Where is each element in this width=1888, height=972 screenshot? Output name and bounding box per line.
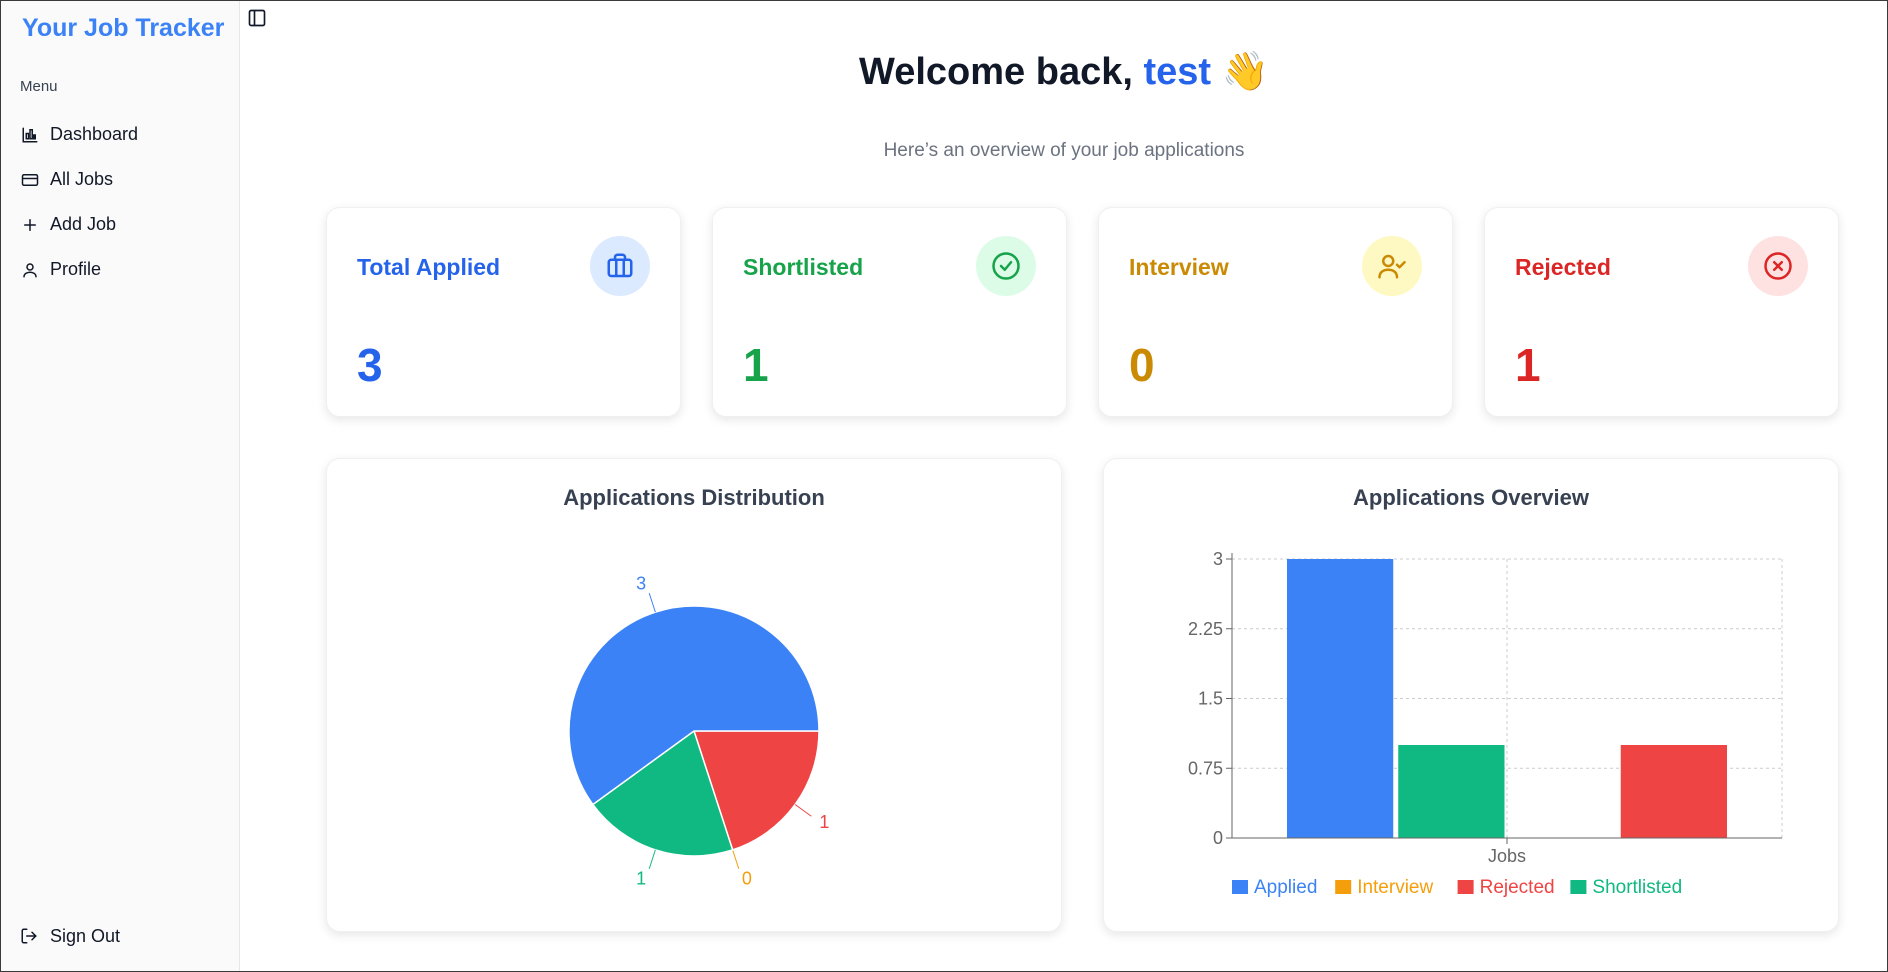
waving-hand-icon: 👋	[1221, 51, 1269, 93]
legend-label-rejected[interactable]: Rejected	[1480, 877, 1555, 898]
check-circle-icon	[976, 236, 1036, 296]
applications-distribution-panel: Applications Distribution 1013	[326, 458, 1062, 932]
page-title: Welcome back, test 👋	[240, 50, 1888, 94]
stat-label: Interview	[1129, 254, 1229, 280]
sidebar-item-label: All Jobs	[50, 169, 114, 189]
greeting-text: Welcome back,	[859, 51, 1133, 93]
legend-label-interview[interactable]: Interview	[1357, 877, 1433, 898]
pie-data-label: 0	[742, 868, 752, 888]
legend-swatch-interview	[1335, 880, 1352, 894]
menu-label: Menu	[20, 78, 58, 95]
stat-card-interview: Interview 0	[1098, 207, 1453, 417]
sidebar-item-label: Dashboard	[50, 124, 139, 144]
legend-swatch-applied	[1232, 880, 1248, 894]
stat-label: Rejected	[1515, 254, 1611, 280]
pie-chart: 1 0 1 3	[568, 574, 829, 888]
stat-card-shortlisted: Shortlisted 1	[712, 207, 1067, 417]
stat-value: 1	[743, 339, 769, 391]
applications-overview-panel: Applications Overview 0 0.75 1.5 2.25 3 Jobs A…	[1103, 458, 1839, 932]
user-check-icon	[1362, 236, 1422, 296]
y-tick-label: 2.25	[1188, 619, 1223, 639]
legend-label-shortlisted[interactable]: Shortlisted	[1592, 877, 1682, 898]
pie-data-label: 1	[819, 812, 829, 832]
stat-label: Shortlisted	[743, 254, 864, 280]
bar-shortlisted[interactable]	[1398, 745, 1505, 838]
bar-rejected[interactable]	[1620, 745, 1727, 838]
sign-out-label: Sign Out	[50, 926, 121, 946]
pie-label-line	[648, 592, 656, 613]
page-subtitle: Here’s an overview of your job applicati…	[883, 140, 1245, 161]
bar-chart-icon	[20, 125, 40, 145]
sidebar-item-dashboard[interactable]: Dashboard	[0, 112, 240, 157]
sidebar-item-add-job[interactable]: Add Job	[0, 202, 240, 247]
sidebar-item-profile[interactable]: Profile	[0, 247, 240, 292]
pie-label-line	[794, 804, 812, 817]
sign-out-button[interactable]: Sign Out	[20, 926, 120, 947]
user-icon	[20, 260, 40, 280]
brand-logo[interactable]: Your Job Tracker	[22, 14, 224, 43]
y-tick-label: 1.5	[1198, 689, 1223, 709]
username: test	[1143, 51, 1212, 93]
y-tick-label: 3	[1213, 549, 1223, 569]
sidebar-item-all-jobs[interactable]: All Jobs	[0, 157, 240, 202]
y-tick-label: 0.75	[1188, 758, 1223, 778]
sidebar: Your Job Tracker Menu Dashboard All Jobs…	[0, 0, 240, 972]
x-circle-icon	[1748, 236, 1808, 296]
sidebar-item-label: Add Job	[50, 214, 117, 234]
stat-label: Total Applied	[357, 254, 501, 280]
legend-swatch-shortlisted	[1570, 880, 1587, 894]
pie-data-label: 3	[636, 574, 646, 594]
stat-card-total-applied: Total Applied 3	[326, 207, 681, 417]
pie-data-label: 1	[636, 868, 646, 888]
pie-label-line	[648, 849, 656, 870]
legend-swatch-rejected	[1457, 880, 1474, 894]
bar-applied[interactable]	[1287, 559, 1394, 838]
stat-card-rejected: Rejected 1	[1484, 207, 1839, 417]
stat-value: 1	[1515, 339, 1541, 391]
sidebar-nav: Dashboard All Jobs Add Job Profile	[0, 112, 240, 292]
credit-card-icon	[20, 170, 40, 190]
briefcase-icon	[590, 236, 650, 296]
sidebar-toggle-button[interactable]	[247, 8, 269, 30]
y-tick-label: 0	[1213, 828, 1223, 848]
stat-value: 3	[357, 339, 383, 391]
sidebar-item-label: Profile	[50, 259, 102, 279]
panel-left-icon	[248, 9, 266, 27]
log-out-icon	[20, 927, 40, 947]
plus-icon	[20, 215, 40, 235]
legend-label-applied[interactable]: Applied	[1254, 877, 1317, 898]
bar-chart: 0 0.75 1.5 2.25 3 Jobs Applied Interview Rejecte…	[1188, 549, 1783, 898]
stat-value: 0	[1129, 339, 1155, 391]
pie-label-line	[732, 849, 740, 870]
x-tick-label: Jobs	[1488, 846, 1526, 866]
